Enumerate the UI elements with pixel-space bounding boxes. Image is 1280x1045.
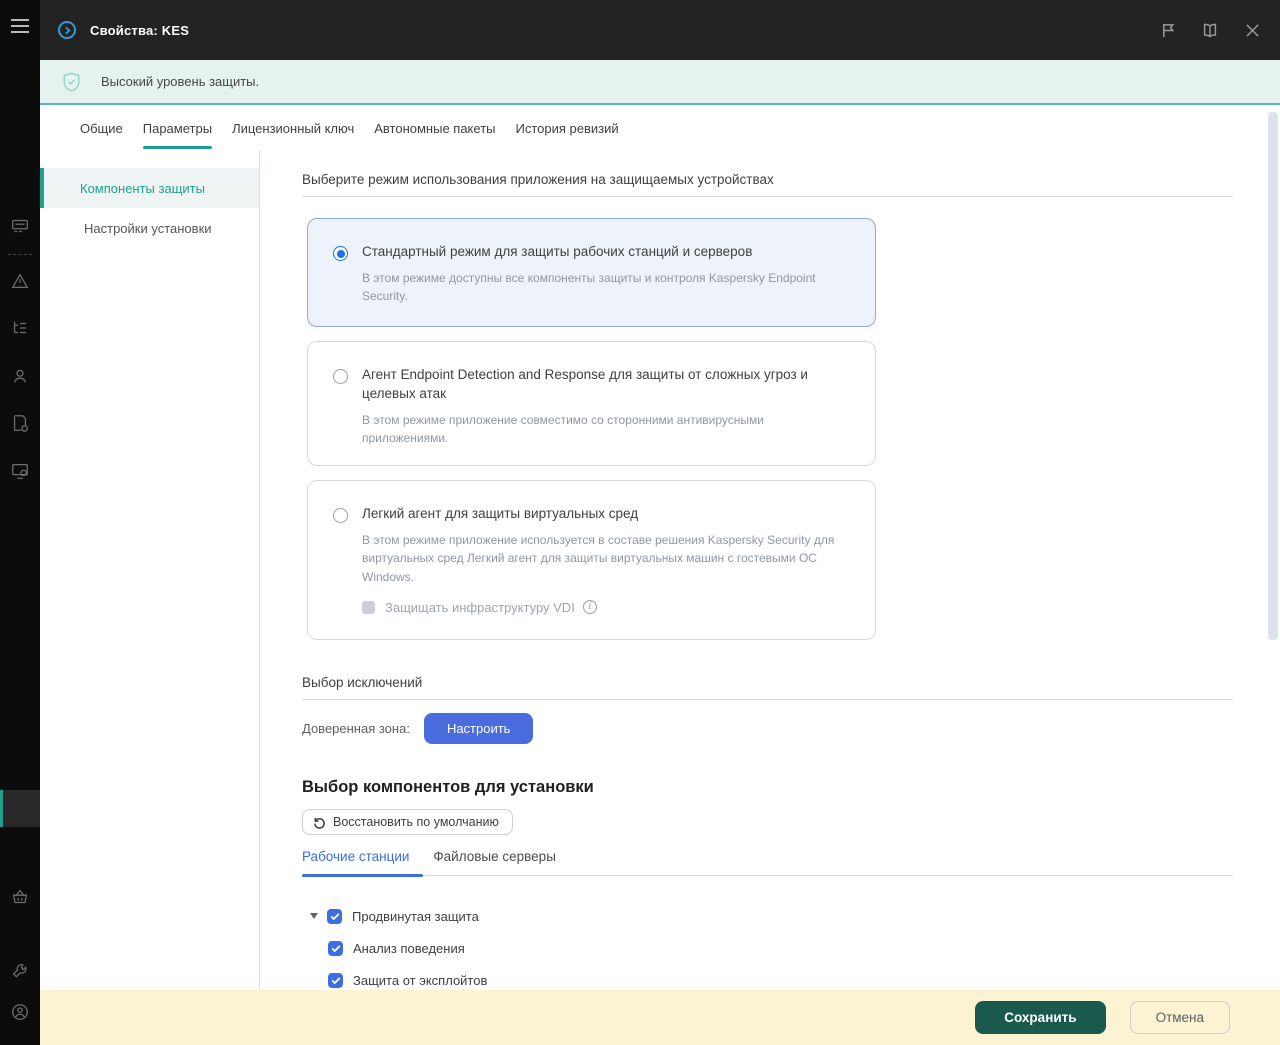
mode-option-title: Легкий агент для защиты виртуальных сред <box>362 506 639 521</box>
exclusions-heading: Выбор исключений <box>302 675 423 690</box>
mode-section-heading: Выберите режим использования приложения … <box>302 172 774 187</box>
divider <box>302 196 1233 197</box>
tree-row-exploit-prevention: Защита от эксплойтов <box>302 964 1280 990</box>
tab-parameters[interactable]: Параметры <box>142 107 213 150</box>
shield-check-icon <box>63 72 80 91</box>
mode-option-standard[interactable]: Стандартный режим для защиты рабочих ста… <box>307 218 876 327</box>
component-tree: Продвинутая защита Анализ поведения Защи… <box>302 900 1280 990</box>
nav-item-protection-components[interactable]: Компоненты защиты <box>40 168 259 208</box>
tree-label: Анализ поведения <box>353 940 465 956</box>
component-subtabs: Рабочие станции Файловые серверы <box>302 849 1233 877</box>
check-icon <box>331 976 340 984</box>
tree-row-advanced-protection: Продвинутая защита <box>302 900 1280 932</box>
divider <box>302 699 1233 700</box>
rail-divider <box>8 254 32 255</box>
tab-license-key[interactable]: Лицензионный ключ <box>232 107 354 150</box>
trusted-zone-row: Доверенная зона: Настроить <box>302 713 1280 744</box>
header-actions <box>1158 20 1280 40</box>
vertical-scrollbar[interactable] <box>1268 112 1278 640</box>
restore-icon <box>314 817 325 829</box>
action-footer: Сохранить Отмена <box>40 990 1280 1045</box>
tab-general[interactable]: Общие <box>80 107 123 150</box>
nav-item-installation-settings[interactable]: Настройки установки <box>40 208 259 248</box>
users-icon[interactable] <box>0 362 40 390</box>
check-icon <box>331 944 340 952</box>
radio-standard-mode[interactable] <box>333 246 348 261</box>
settings-nav: Компоненты защиты Настройки установки <box>40 150 260 990</box>
mode-option-title: Агент Endpoint Detection and Response дл… <box>362 367 808 401</box>
expand-triangle-icon[interactable] <box>310 913 318 919</box>
hierarchy-icon[interactable] <box>0 314 40 342</box>
feedback-flag-icon[interactable] <box>1158 20 1178 40</box>
radio-edr-mode[interactable] <box>333 369 348 384</box>
components-heading: Выбор компонентов для установки <box>302 778 594 796</box>
vdi-checkbox-label: Защищать инфраструктуру VDI <box>385 599 575 615</box>
tree-row-behavior-analysis: Анализ поведения <box>302 932 1280 964</box>
configure-button[interactable]: Настроить <box>423 713 534 744</box>
cancel-button[interactable]: Отмена <box>1129 1001 1230 1034</box>
marketplace-basket-icon[interactable] <box>0 883 40 911</box>
mode-option-light-agent[interactable]: Легкий агент для защиты виртуальных сред… <box>307 480 876 640</box>
close-icon[interactable] <box>1242 20 1262 40</box>
tab-standalone-packages[interactable]: Автономные пакеты <box>374 107 495 150</box>
rail-active-item[interactable] <box>0 790 40 827</box>
checkbox-exploit-prevention[interactable] <box>328 972 343 988</box>
kaspersky-logo-icon <box>58 21 76 39</box>
banner-text: Высокий уровень защиты. <box>101 74 260 89</box>
protection-level-banner: Высокий уровень защиты. <box>40 60 1280 105</box>
radio-light-agent-mode[interactable] <box>333 508 348 523</box>
mode-option-edr-agent[interactable]: Агент Endpoint Detection and Response дл… <box>307 341 876 466</box>
tab-bar: Общие Параметры Лицензионный ключ Автоно… <box>40 107 1280 150</box>
vdi-checkbox <box>362 600 375 614</box>
checkbox-behavior-analysis[interactable] <box>328 940 343 956</box>
settings-content: Выберите режим использования приложения … <box>260 150 1280 990</box>
mode-option-title: Стандартный режим для защиты рабочих ста… <box>362 244 753 259</box>
save-button[interactable]: Сохранить <box>975 1001 1106 1034</box>
subtab-workstations[interactable]: Рабочие станции <box>302 849 433 877</box>
help-book-icon[interactable] <box>1200 20 1220 40</box>
mode-option-description: В этом режиме доступны все компоненты за… <box>362 270 816 304</box>
info-icon[interactable]: i <box>582 600 597 615</box>
subtab-file-servers[interactable]: Файловые серверы <box>433 849 580 875</box>
warning-triangle-icon[interactable] <box>0 267 40 295</box>
main-area: Компоненты защиты Настройки установки Вы… <box>40 150 1280 990</box>
restore-defaults-label: Восстановить по умолчанию <box>333 815 499 829</box>
licenses-icon[interactable] <box>0 212 40 240</box>
policies-icon[interactable] <box>0 409 40 437</box>
window-header: Свойства: KES <box>40 0 1280 60</box>
restore-defaults-button[interactable]: Восстановить по умолчанию <box>302 809 513 835</box>
window-title: Свойства: KES <box>90 22 190 38</box>
checkbox-advanced-protection[interactable] <box>327 908 342 924</box>
monitoring-icon[interactable] <box>0 457 40 485</box>
app-rail <box>0 0 40 1045</box>
check-icon <box>330 912 339 920</box>
vdi-checkbox-row: Защищать инфраструктуру VDI i <box>362 600 855 615</box>
hamburger-menu-icon[interactable] <box>0 12 40 40</box>
mode-option-description: В этом режиме приложение совместимо со с… <box>362 412 764 446</box>
kes-properties-window: Свойства: KES Высокий уровень защиты. Об… <box>0 0 1280 1045</box>
console-settings-wrench-icon[interactable] <box>0 958 40 986</box>
trusted-zone-label: Доверенная зона: <box>302 721 410 736</box>
account-icon[interactable] <box>0 998 40 1026</box>
tree-label: Продвинутая защита <box>352 908 479 924</box>
tree-label: Защита от эксплойтов <box>353 972 488 988</box>
tab-revision-history[interactable]: История ревизий <box>516 107 619 150</box>
mode-option-description: В этом режиме приложение используется в … <box>362 532 835 585</box>
